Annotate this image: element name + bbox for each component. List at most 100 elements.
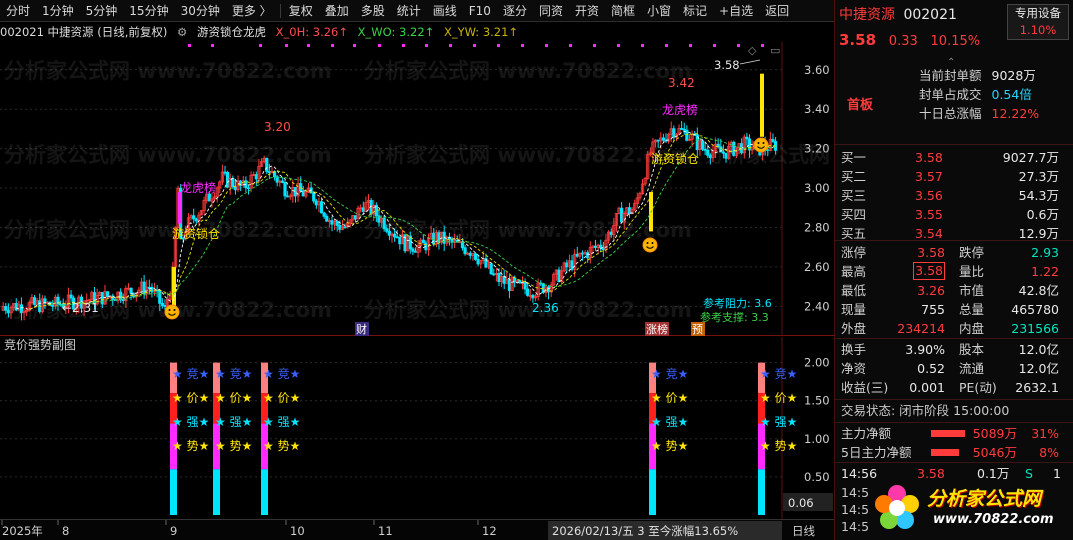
candle-body: [69, 294, 73, 299]
top-marker: [641, 44, 644, 47]
candle-body: [708, 154, 712, 159]
stat-label-2: 跌停: [959, 245, 985, 260]
candle-body: [732, 141, 736, 156]
candle-body: [319, 201, 324, 214]
candle-body: [283, 182, 287, 197]
toolbar-btn-17[interactable]: 标记: [677, 0, 713, 21]
sub-last-value: 0.06: [788, 496, 814, 510]
candle-body: [531, 294, 535, 299]
stat-value: 755: [921, 302, 945, 317]
candle-body: [523, 282, 527, 290]
toolbar-btn-2[interactable]: 5分钟: [80, 0, 124, 21]
stat-label-2: 市值: [959, 283, 985, 298]
sector-button[interactable]: 专用设备 1.10%: [1007, 4, 1069, 40]
seal-row: 当前封单额 9028万: [919, 66, 1036, 85]
event-tag-label: 预: [692, 323, 703, 336]
flow-bar: [931, 430, 965, 437]
event-tag-label: 涨榜: [646, 322, 668, 336]
sector-name: 专用设备: [1015, 6, 1061, 20]
hot-money-lock-label: 游资锁仓: [651, 151, 699, 166]
candle-body: [502, 276, 506, 284]
top-marker: [211, 44, 214, 47]
toolbar-btn-1[interactable]: 1分钟: [36, 0, 80, 21]
toolbar-btn-9[interactable]: 统计: [391, 0, 427, 21]
settings-gear-icon[interactable]: ⚙: [177, 25, 187, 39]
top-marker: [545, 44, 548, 47]
kline-chart[interactable]: 3.60 3.40 3.20 3.00 2.80 2.60 2.40 分析家公式网 www.7…: [0, 42, 1032, 336]
candle-body: [387, 230, 391, 236]
toolbar-btn-14[interactable]: 开资: [569, 0, 605, 21]
toolbar-btn-19[interactable]: 返回: [759, 0, 795, 21]
trade-status: 交易状态: 闭市阶段 15:00:00: [841, 403, 1010, 418]
candle-body: [766, 149, 770, 152]
quote-panel: 中捷资源 002021 专用设备 1.10% 3.58 0.33 10.15% …: [834, 0, 1073, 540]
candle-body: [745, 136, 749, 140]
stat-value-2: 2.93: [1031, 245, 1059, 260]
top-marker: [259, 44, 262, 47]
toolbar-btn-15[interactable]: 简框: [605, 0, 641, 21]
candle-body: [51, 304, 55, 307]
board-tag: 首板: [847, 96, 873, 115]
toolbar-btn-11[interactable]: F10: [463, 0, 497, 21]
watermark: 分析家公式网 www.70822.com: [4, 143, 332, 167]
sector-pct: 1.10%: [1019, 23, 1057, 37]
candle-body: [160, 302, 164, 306]
price-axis-label: 2.80: [804, 220, 830, 234]
bid-label: 买四: [841, 207, 867, 222]
stat-label-2: 量比: [959, 264, 985, 279]
top-marker: [593, 44, 596, 47]
toolbar-btn-3[interactable]: 15分钟: [123, 0, 174, 21]
sub-chart-svg: 竞价强势副图2.001.501.000.500.06★ 竞★★ 价★★ 强★★ …: [0, 337, 833, 519]
stat-value-2: 1.22: [1031, 264, 1059, 279]
candle-body: [463, 247, 467, 255]
toolbar-btn-5[interactable]: 更多 〉: [226, 0, 278, 21]
toolbar-btn-4[interactable]: 30分钟: [175, 0, 226, 21]
sub-axis-label: 0.50: [804, 470, 830, 484]
top-marker: [449, 44, 452, 47]
x-axis-label: 12: [482, 524, 497, 538]
sub-row-label: ★ 价★: [215, 391, 252, 405]
sub-row-label: ★ 价★: [760, 391, 797, 405]
x-axis-label: 2025年: [2, 524, 43, 538]
candle-body: [353, 215, 358, 220]
limit-up-bar: [760, 73, 764, 137]
sub-chart[interactable]: 竞价强势副图 2.00 1.50 1.00 0.50 0.06 ★ 竞★ ★ 价★ ★ 强★ ★ …: [0, 337, 834, 519]
price-axis-label: 2.60: [804, 260, 830, 274]
toolbar-btn-12[interactable]: 逐分: [497, 0, 533, 21]
stat-value: 3.58: [913, 262, 945, 280]
bid-price: 3.57: [915, 169, 943, 184]
sub-row-label: ★ 价★: [172, 391, 209, 405]
sub-axis-label: 1.50: [804, 394, 830, 408]
candle-body: [680, 128, 684, 130]
candle-body: [192, 215, 196, 220]
indicator-name[interactable]: 游资锁仓龙虎: [197, 25, 266, 39]
toolbar-btn-7[interactable]: 叠加: [319, 0, 355, 21]
xwo-value: X_WO: 3.22↑: [357, 25, 435, 39]
sub-column-segment: [758, 469, 765, 515]
toolbar-btn-8[interactable]: 多股: [355, 0, 391, 21]
toolbar: 分时 1分钟 5分钟 15分钟 30分钟 更多 〉复权 叠加 多股 统计 画线 F10 逐分 同资 开资简…: [0, 0, 834, 22]
candle-body: [468, 252, 472, 256]
candle-body: [231, 177, 235, 188]
fin-value-2: 12.0亿: [1018, 361, 1059, 376]
toolbar-btn-6[interactable]: 复权: [283, 0, 319, 21]
toolbar-btn-0[interactable]: 分时: [0, 0, 36, 21]
candle-body: [382, 217, 386, 230]
toolbar-btn-18[interactable]: +自选: [713, 0, 759, 21]
bid-price: 3.55: [915, 207, 943, 222]
sub-column: ★ 竞★ ★ 价★ ★ 强★ ★ 势★: [213, 362, 252, 515]
toolbar-btn-13[interactable]: 同资: [533, 0, 569, 21]
candle-body: [593, 245, 598, 249]
price-change: 0.33: [888, 34, 918, 49]
candle-body: [620, 207, 624, 223]
toolbar-btn-10[interactable]: 画线: [427, 0, 463, 21]
toolbar-btn-16[interactable]: 小窗: [641, 0, 677, 21]
logo-text: 分析家公式网: [927, 488, 1042, 510]
x-axis-label: 11: [378, 524, 393, 538]
candle-body: [672, 128, 676, 138]
candle-body: [226, 171, 230, 188]
price-axis-label: 2.40: [804, 299, 830, 313]
bid-price: 3.58: [915, 150, 943, 165]
xyw-value: X_YW: 3.21↑: [443, 25, 519, 39]
candle-body: [656, 139, 660, 142]
